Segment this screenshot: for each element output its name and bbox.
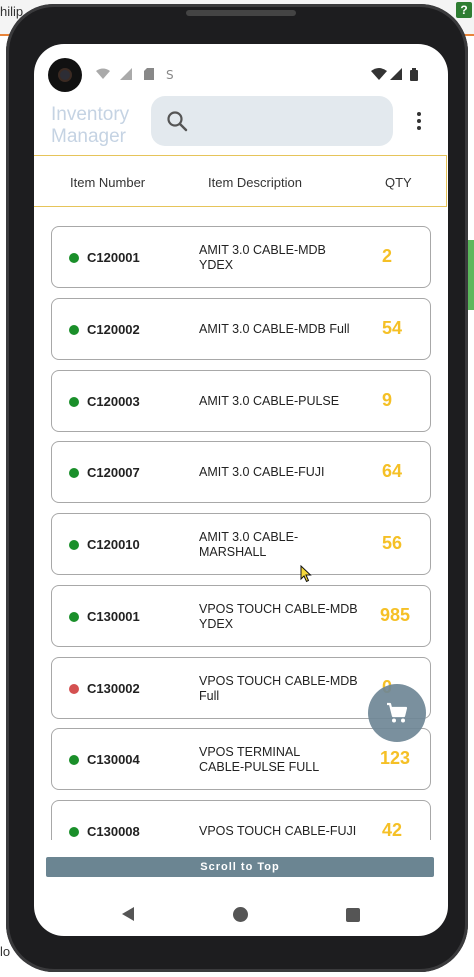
scroll-to-top-button[interactable]: Scroll to Top — [46, 857, 434, 877]
signal-question-icon — [120, 68, 132, 83]
item-description: AMIT 3.0 CABLE-MDB YDEX — [199, 243, 326, 272]
item-description: AMIT 3.0 CABLE-FUJI — [199, 465, 325, 479]
status-bar: S — [34, 44, 448, 104]
back-icon[interactable] — [120, 906, 136, 922]
status-dot — [69, 397, 79, 407]
item-qty: 123 — [380, 748, 411, 768]
item-number: C120001 — [87, 250, 140, 265]
item-number: C120010 — [87, 537, 140, 552]
item-qty: 42 — [382, 820, 403, 840]
item-description: AMIT 3.0 CABLE-PULSE — [199, 394, 340, 408]
list-item[interactable]: C130008 VPOS TOUCH CABLE-FUJI 42 — [51, 800, 431, 840]
sd-card-icon — [144, 68, 154, 83]
list-item[interactable]: C120007 AMIT 3.0 CABLE-FUJI 64 — [51, 441, 431, 503]
item-number: C120003 — [87, 394, 140, 409]
status-dot — [69, 540, 79, 550]
item-qty: 54 — [382, 318, 403, 338]
cart-button[interactable] — [368, 684, 426, 742]
search-input[interactable] — [151, 96, 393, 146]
status-dot — [69, 612, 79, 622]
inventory-list[interactable]: C120001 AMIT 3.0 CABLE-MDB YDEX 2 C12000… — [34, 222, 448, 840]
phone-frame: S Inventory Manager Item Number Item Des… — [6, 4, 468, 972]
app-screen: S Inventory Manager Item Number Item Des… — [34, 44, 448, 936]
svg-text:S: S — [166, 68, 174, 80]
list-item[interactable]: C120003 AMIT 3.0 CABLE-PULSE 9 — [51, 370, 431, 432]
item-qty: 2 — [382, 246, 393, 266]
cart-icon — [387, 702, 408, 723]
status-dot — [69, 755, 79, 765]
item-description: VPOS TERMINAL CABLE-PULSE FULL — [199, 745, 320, 774]
wifi-icon — [371, 68, 387, 83]
wifi-question-icon — [96, 68, 110, 83]
search-icon — [165, 109, 189, 133]
app-title: Inventory Manager — [51, 104, 130, 147]
front-camera — [48, 58, 82, 92]
recents-icon[interactable] — [346, 908, 360, 922]
item-number: C130008 — [87, 824, 140, 839]
battery-icon — [410, 68, 418, 84]
more-vert-icon[interactable] — [410, 110, 428, 132]
status-dot — [69, 468, 79, 478]
list-item[interactable]: C130001 VPOS TOUCH CABLE-MDB YDEX 985 — [51, 585, 431, 647]
status-dot — [69, 827, 79, 837]
mouse-cursor-icon — [300, 565, 312, 583]
status-dot — [69, 325, 79, 335]
item-description: AMIT 3.0 CABLE-MDB Full — [199, 322, 350, 336]
s-icon: S — [166, 68, 176, 83]
column-item-number[interactable]: Item Number — [70, 175, 145, 190]
item-qty: 985 — [380, 605, 411, 625]
item-qty: 64 — [382, 461, 403, 481]
item-description: VPOS TOUCH CABLE-FUJI — [199, 824, 357, 838]
item-number: C120007 — [87, 465, 140, 480]
item-qty: 56 — [382, 533, 403, 553]
help-icon[interactable]: ? — [456, 2, 472, 18]
list-item[interactable]: C120001 AMIT 3.0 CABLE-MDB YDEX 2 — [51, 226, 431, 288]
item-number: C130004 — [87, 752, 140, 767]
item-number: C130001 — [87, 609, 140, 624]
column-item-description[interactable]: Item Description — [208, 175, 302, 190]
desktop-text-fragment: lo — [0, 944, 11, 959]
item-number: C120002 — [87, 322, 140, 337]
status-dot — [69, 253, 79, 263]
item-description: VPOS TOUCH CABLE-MDB Full — [199, 674, 358, 703]
item-qty: 9 — [382, 390, 393, 410]
home-icon[interactable] — [233, 907, 248, 922]
list-item[interactable]: C120002 AMIT 3.0 CABLE-MDB Full 54 — [51, 298, 431, 360]
phone-speaker — [186, 10, 296, 16]
status-dot — [69, 684, 79, 694]
desktop-side-fragment — [468, 240, 474, 310]
list-item[interactable]: C130004 VPOS TERMINAL CABLE-PULSE FULL 1… — [51, 728, 431, 790]
column-header: Item Number Item Description QTY — [34, 155, 447, 207]
item-description: AMIT 3.0 CABLE-MARSHALL — [199, 530, 299, 559]
item-number: C130002 — [87, 681, 140, 696]
signal-icon — [390, 68, 402, 83]
list-item[interactable]: C120010 AMIT 3.0 CABLE-MARSHALL 56 — [51, 513, 431, 575]
column-qty[interactable]: QTY — [385, 175, 412, 190]
item-description: VPOS TOUCH CABLE-MDB YDEX — [199, 602, 358, 631]
